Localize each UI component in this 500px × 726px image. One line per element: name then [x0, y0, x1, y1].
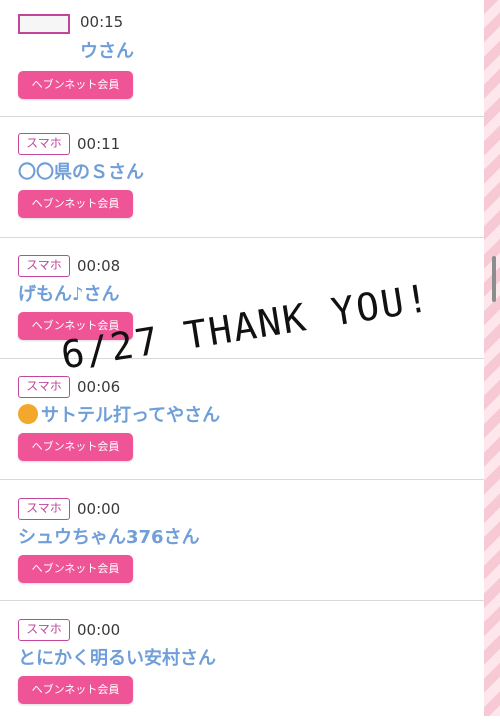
- visit-time: 00:06: [77, 378, 121, 396]
- visitor-entry[interactable]: 00:15 ウさん ヘブンネット会員: [0, 0, 484, 120]
- visit-time: 00:11: [77, 135, 121, 153]
- visitor-name[interactable]: シュウちゃん376さん: [18, 525, 200, 551]
- scrollbar-thumb[interactable]: [492, 256, 496, 302]
- tiger-icon: [18, 404, 38, 424]
- device-badge: [18, 14, 70, 34]
- visitor-entry[interactable]: スマホ 00:00 シュウちゃん376さん ヘブンネット会員: [0, 485, 484, 605]
- visitor-entry[interactable]: スマホ 00:00 とにかく明るい安村さん ヘブンネット会員: [0, 606, 484, 726]
- divider: [0, 479, 484, 480]
- member-badge-button[interactable]: ヘブンネット会員: [18, 190, 133, 218]
- device-badge: スマホ: [18, 133, 70, 155]
- visitor-entry[interactable]: スマホ 00:06 サトテル打ってやさん ヘブンネット会員: [0, 363, 484, 483]
- decorative-side-strip: [484, 0, 500, 716]
- visitor-name[interactable]: とにかく明るい安村さん: [18, 646, 216, 672]
- visitor-name[interactable]: 〇〇県のＳさん: [18, 160, 144, 186]
- member-badge-button[interactable]: ヘブンネット会員: [18, 71, 133, 99]
- device-badge: スマホ: [18, 619, 70, 641]
- device-badge: スマホ: [18, 376, 70, 398]
- visit-time: 00:15: [80, 13, 124, 31]
- divider: [0, 600, 484, 601]
- member-badge-button[interactable]: ヘブンネット会員: [18, 433, 133, 461]
- member-badge-button[interactable]: ヘブンネット会員: [18, 676, 133, 704]
- visit-time: 00:00: [77, 621, 121, 639]
- device-badge: スマホ: [18, 255, 70, 277]
- member-badge-button[interactable]: ヘブンネット会員: [18, 555, 133, 583]
- visit-time: 00:00: [77, 500, 121, 518]
- visit-time: 00:08: [77, 257, 121, 275]
- visitor-name[interactable]: ウさん: [80, 39, 134, 65]
- visitor-name[interactable]: げもん♪さん: [18, 282, 120, 308]
- divider: [0, 237, 484, 238]
- divider: [0, 116, 484, 117]
- visitor-entry[interactable]: スマホ 00:11 〇〇県のＳさん ヘブンネット会員: [0, 120, 484, 240]
- visitor-name-row[interactable]: サトテル打ってやさん: [18, 403, 220, 429]
- visitor-name: サトテル打ってやさん: [41, 405, 221, 426]
- device-badge: スマホ: [18, 498, 70, 520]
